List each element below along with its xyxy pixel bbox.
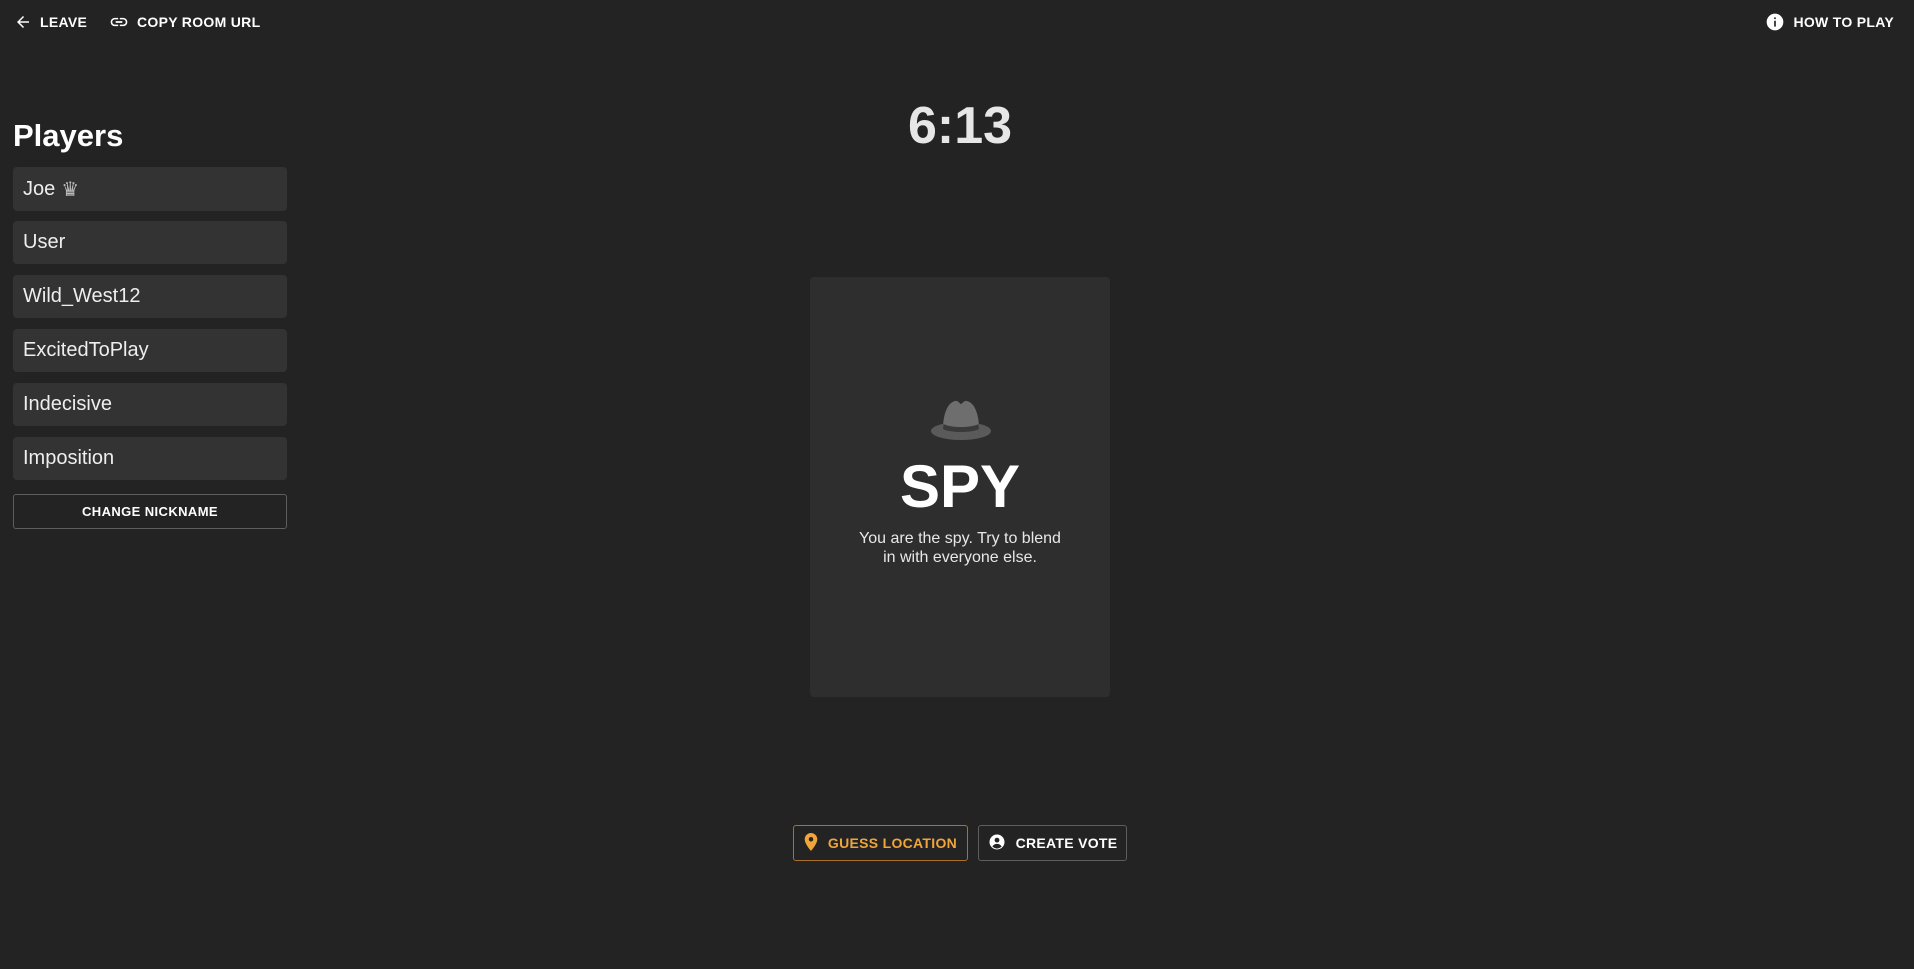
- player-name: Indecisive: [23, 393, 112, 415]
- leave-button[interactable]: LEAVE: [14, 10, 87, 34]
- player-item: Imposition: [13, 437, 287, 480]
- player-name: ExcitedToPlay: [23, 339, 149, 361]
- player-item: ExcitedToPlay: [13, 329, 287, 372]
- copy-room-url-label: COPY ROOM URL: [137, 14, 261, 30]
- how-to-play-button[interactable]: HOW TO PLAY: [1765, 10, 1894, 34]
- role-description: You are the spy. Try to blend in with ev…: [859, 530, 1061, 566]
- arrow-left-icon: [14, 13, 32, 31]
- change-nickname-button[interactable]: CHANGE NICKNAME: [13, 494, 287, 529]
- player-name: User: [23, 231, 66, 253]
- crown-icon: ♛: [61, 178, 80, 201]
- fedora-hat-icon: [929, 395, 993, 448]
- player-name: Joe: [23, 177, 56, 200]
- info-icon: [1765, 12, 1785, 32]
- player-item: User: [13, 221, 287, 264]
- player-item: Wild_West12: [13, 275, 287, 318]
- copy-room-url-button[interactable]: COPY ROOM URL: [109, 10, 260, 34]
- game-timer: 6:13: [907, 97, 1013, 155]
- link-icon: [109, 12, 129, 32]
- players-heading: Players: [13, 118, 124, 153]
- how-to-play-label: HOW TO PLAY: [1793, 14, 1894, 30]
- player-name: Wild_West12: [23, 285, 141, 307]
- role-title: SPY: [899, 453, 1021, 520]
- player-item: Joe ♛: [13, 167, 287, 211]
- location-pin-icon: [804, 832, 818, 854]
- guess-location-label: GUESS LOCATION: [827, 835, 958, 851]
- create-vote-label: CREATE VOTE: [1015, 835, 1118, 851]
- player-name: Imposition: [23, 447, 115, 469]
- guess-location-button[interactable]: GUESS LOCATION: [793, 825, 968, 861]
- players-list: Joe ♛ User Wild_West12 ExcitedToPlay Ind…: [13, 167, 287, 491]
- top-bar: LEAVE COPY ROOM URL HOW TO PLAY: [0, 0, 1914, 44]
- player-item: Indecisive: [13, 383, 287, 426]
- account-circle-icon: [988, 833, 1006, 854]
- leave-label: LEAVE: [40, 14, 88, 30]
- role-card: SPY You are the spy. Try to blend in wit…: [810, 277, 1110, 697]
- create-vote-button[interactable]: CREATE VOTE: [978, 825, 1127, 861]
